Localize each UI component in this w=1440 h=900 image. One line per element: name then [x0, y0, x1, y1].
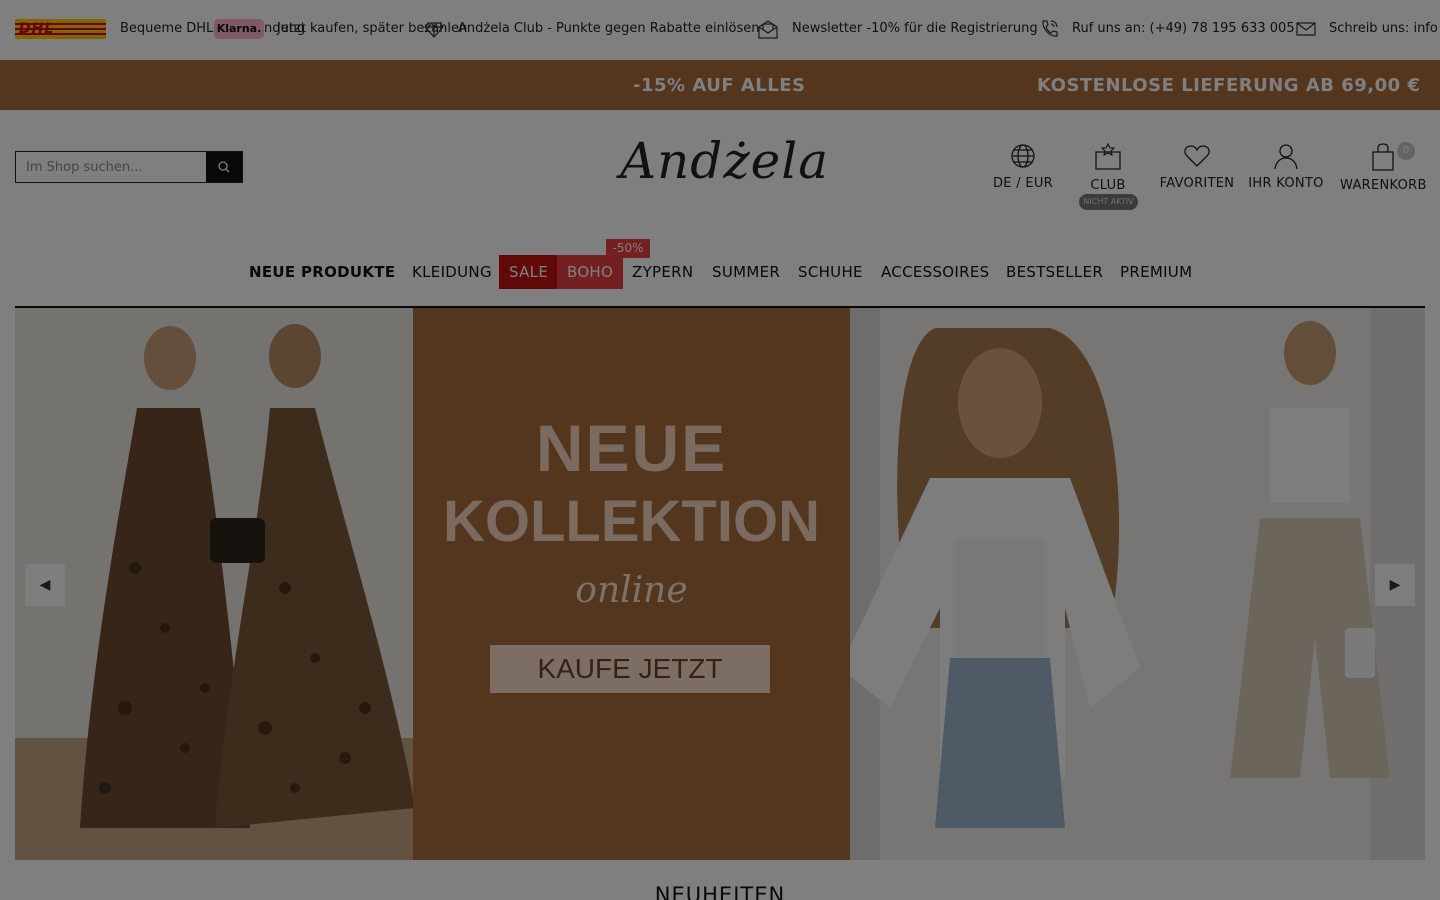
favorites-link[interactable]: FAVORITEN: [1158, 142, 1236, 191]
hero-promo-panel: NEUE KOLLEKTION online KAUFE JETZT: [413, 308, 850, 860]
hero-image-left: [15, 308, 413, 860]
hero-title-line1: NEUE: [535, 411, 728, 485]
nav-item-clothing[interactable]: KLEIDUNG: [412, 255, 492, 289]
hero-title-line2: KOLLEKTION: [443, 489, 820, 554]
nav-item-cyprus[interactable]: ZYPERN: [632, 255, 693, 289]
hero-prev-button[interactable]: ◀: [25, 564, 65, 606]
email-text[interactable]: Schreib uns: info: [1329, 21, 1438, 36]
nav-item-new-products[interactable]: NEUE PRODUKTE: [249, 255, 395, 289]
search-icon: [218, 161, 230, 173]
nav-item-summer[interactable]: SUMMER: [712, 255, 780, 289]
nav-item-boho[interactable]: BOHO: [557, 255, 624, 289]
newsletter-text[interactable]: Newsletter -10% für die Registrierung: [792, 21, 1038, 36]
dhl-shipping-text: Bequeme DHL: [120, 21, 214, 36]
nav-item-premium[interactable]: PREMIUM: [1120, 255, 1192, 289]
chevron-right-icon: ▶: [1389, 577, 1401, 593]
white-shirt-models-image: [850, 308, 1425, 860]
diamond-icon: [424, 22, 444, 38]
top-info-bar: DHL Bequeme DHL Klarna. ndung Jetzt kauf…: [0, 0, 1440, 60]
language-currency-selector[interactable]: DE / EUR: [990, 142, 1056, 191]
promo-shipping-text[interactable]: KOSTENLOSE LIEFERUNG AB 69,00 €: [1037, 75, 1420, 96]
account-label: IHR KONTO: [1248, 176, 1324, 191]
hero-next-button[interactable]: ▶: [1375, 564, 1415, 606]
cart-label: WARENKORB: [1340, 178, 1427, 193]
leopard-dress-models-image: [15, 308, 413, 860]
main-navigation: NEUE PRODUKTE KLEIDUNG SALE BOHO ZYPERN …: [0, 255, 1440, 291]
search-button[interactable]: [206, 152, 242, 182]
club-bag-icon: [1095, 142, 1121, 170]
nav-item-bestseller[interactable]: BESTSELLER: [1006, 255, 1103, 289]
phone-icon: [1042, 20, 1058, 37]
account-link[interactable]: IHR KONTO: [1248, 142, 1324, 191]
user-icon: [1274, 144, 1298, 170]
club-link[interactable]: CLUB: [1082, 142, 1134, 193]
hero-cta-button[interactable]: KAUFE JETZT: [490, 645, 770, 693]
hero-subtitle: online: [575, 570, 688, 611]
nav-item-sale[interactable]: SALE: [499, 255, 559, 289]
chevron-left-icon: ◀: [39, 577, 51, 593]
search-input[interactable]: [16, 152, 206, 182]
newsletter-icon: [758, 20, 778, 39]
search-box: [15, 151, 243, 183]
nav-item-accessories[interactable]: ACCESSOIRES: [881, 255, 989, 289]
club-status-badge: NICHT AKTIV: [1079, 194, 1138, 210]
club-points-text[interactable]: Andżela Club - Punkte gegen Rabatte einl…: [458, 21, 759, 36]
boho-discount-badge: -50%: [606, 239, 650, 258]
hero-slider[interactable]: NEUE KOLLEKTION online KAUFE JETZT ◀ ▶: [15, 308, 1425, 860]
language-currency-label: DE / EUR: [992, 176, 1054, 191]
klarna-badge: Klarna.: [214, 19, 264, 39]
heart-icon: [1184, 145, 1210, 167]
club-label: CLUB: [1090, 178, 1126, 193]
dhl-logo: DHL: [15, 19, 106, 39]
favorites-label: FAVORITEN: [1159, 176, 1235, 191]
site-logo[interactable]: Andżela: [620, 132, 828, 202]
section-title-new: NEUHEITEN: [654, 883, 786, 900]
promo-discount-text[interactable]: -15% AUF ALLES: [633, 75, 806, 96]
promo-bar: -15% AUF ALLES KOSTENLOSE LIEFERUNG AB 6…: [0, 60, 1440, 110]
cart-count-badge: 0: [1397, 142, 1415, 160]
nav-item-shoes[interactable]: SCHUHE: [798, 255, 863, 289]
shopping-bag-icon: [1372, 143, 1394, 171]
phone-text[interactable]: Ruf uns an: (+49) 78 195 633 005: [1072, 21, 1295, 36]
hero-image-right: [850, 308, 1425, 860]
globe-icon: [1011, 144, 1035, 168]
envelope-icon: [1296, 22, 1316, 36]
